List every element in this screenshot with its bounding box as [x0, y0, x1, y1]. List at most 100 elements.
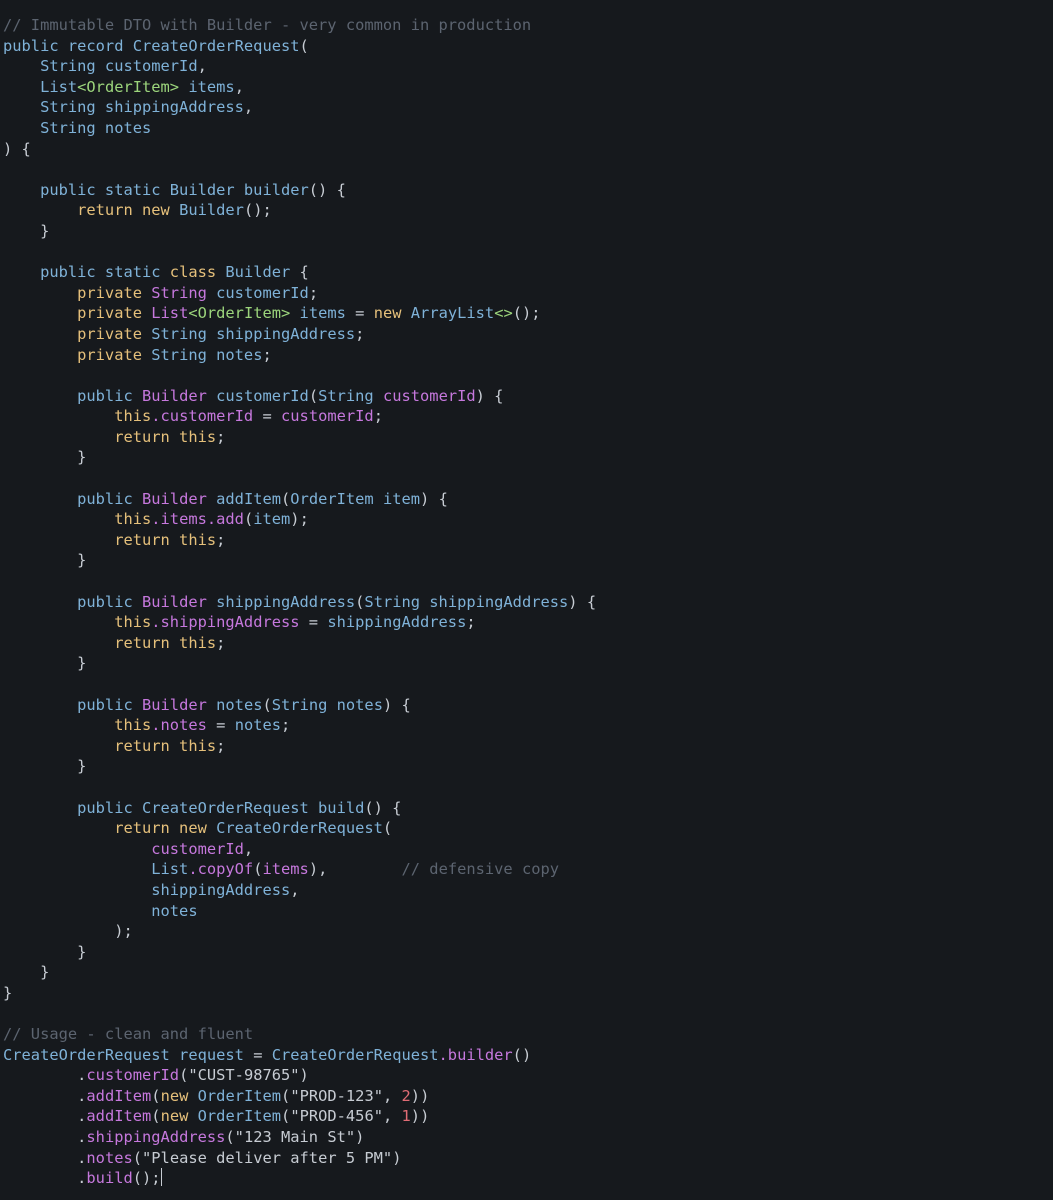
code-token-punctuation: ( [308, 386, 319, 405]
code-token-punctuation: )) [410, 1107, 430, 1126]
code-line[interactable]: public Builder shippingAddress(String sh… [3, 592, 596, 613]
code-token-keyword: String notes [142, 345, 263, 364]
code-token-punctuation: () { [364, 798, 402, 817]
code-line[interactable] [3, 365, 596, 386]
code-line[interactable] [3, 1004, 596, 1025]
code-line[interactable]: return this; [3, 736, 596, 757]
code-line[interactable]: .addItem(new OrderItem("PROD-123", 2)) [3, 1086, 596, 1107]
code-line[interactable]: private String notes; [3, 345, 596, 366]
code-token-punctuation: . [3, 1066, 87, 1085]
code-line[interactable]: private String customerId; [3, 283, 596, 304]
code-line[interactable]: shippingAddress, [3, 880, 596, 901]
code-line[interactable]: } [3, 983, 596, 1004]
code-line[interactable]: private List<OrderItem> items = new Arra… [3, 303, 596, 324]
code-token-keyword-accent: new [373, 304, 402, 323]
code-token-punctuation: , [197, 57, 207, 76]
code-line[interactable]: notes [3, 901, 596, 922]
code-token-keyword-accent: return new [3, 819, 207, 838]
code-token-punctuation: . [3, 1107, 87, 1126]
code-token-punctuation: . [3, 1169, 87, 1188]
code-token-member: customerId [86, 1066, 180, 1085]
code-line[interactable] [3, 777, 596, 798]
code-editor[interactable]: // Immutable DTO with Builder - very com… [0, 0, 1053, 1200]
code-token-class-name: List [142, 304, 189, 323]
code-line[interactable]: return new CreateOrderRequest( [3, 818, 596, 839]
code-line[interactable]: CreateOrderRequest request = CreateOrder… [3, 1045, 596, 1066]
code-token-keyword: public CreateOrderRequest build [3, 798, 365, 817]
code-token-punctuation: } [3, 654, 87, 673]
code-line[interactable]: public CreateOrderRequest build() { [3, 798, 596, 819]
code-token-keyword: OrderItem [188, 1107, 282, 1126]
code-token-keyword-accent: private [3, 345, 142, 364]
code-token-punctuation: ) { [382, 695, 411, 714]
code-line[interactable]: } [3, 221, 596, 242]
code-token-keyword: OrderItem item [290, 489, 421, 508]
code-line[interactable]: public record CreateOrderRequest( [3, 36, 596, 57]
code-token-keyword: shippingAddress [3, 880, 291, 899]
code-line[interactable]: public Builder customerId(String custome… [3, 386, 596, 407]
code-token-keyword: notes [3, 901, 198, 920]
code-token-punctuation: (); [243, 201, 272, 220]
code-line[interactable] [3, 468, 596, 489]
code-token-keyword: List [3, 77, 78, 96]
code-line[interactable]: } [3, 942, 596, 963]
code-area[interactable]: // Immutable DTO with Builder - very com… [3, 15, 596, 1189]
code-line[interactable]: public static Builder builder() { [3, 180, 596, 201]
code-line[interactable]: List<OrderItem> items, [3, 77, 596, 98]
code-line[interactable]: .shippingAddress("123 Main St") [3, 1127, 596, 1148]
code-token-punctuation: = [243, 1045, 272, 1064]
code-token-punctuation: ), [308, 860, 328, 879]
code-line[interactable]: // Immutable DTO with Builder - very com… [3, 15, 596, 36]
code-line[interactable]: ) { [3, 139, 596, 160]
code-line[interactable]: } [3, 653, 596, 674]
code-line[interactable]: .customerId("CUST-98765") [3, 1065, 596, 1086]
code-line[interactable]: public Builder addItem(OrderItem item) { [3, 489, 596, 510]
code-token-class-name: Builder [132, 592, 207, 611]
code-token-keyword: String [318, 386, 374, 405]
code-line[interactable] [3, 242, 596, 263]
code-line[interactable]: this.shippingAddress = shippingAddress; [3, 612, 596, 633]
code-line[interactable]: this.items.add(item); [3, 509, 596, 530]
code-token-keyword-accent: private [3, 283, 142, 302]
code-line[interactable]: String shippingAddress, [3, 97, 596, 118]
code-line[interactable]: } [3, 756, 596, 777]
code-token-punctuation: = [345, 304, 374, 323]
code-line[interactable]: .addItem(new OrderItem("PROD-456", 1)) [3, 1106, 596, 1127]
code-line[interactable]: // Usage - clean and fluent [3, 1024, 596, 1045]
code-line[interactable]: List.copyOf(items), // defensive copy [3, 859, 596, 880]
code-line[interactable]: customerId, [3, 839, 596, 860]
code-line[interactable]: ); [3, 921, 596, 942]
code-line[interactable]: private String shippingAddress; [3, 324, 596, 345]
code-token-comment: // defensive copy [327, 860, 560, 879]
code-token-keyword: public [3, 695, 133, 714]
code-token-member: shippingAddress [86, 1128, 226, 1147]
code-line[interactable]: } [3, 962, 596, 983]
code-line[interactable]: } [3, 550, 596, 571]
code-line[interactable] [3, 159, 596, 180]
code-token-keyword-accent: this [3, 716, 152, 735]
code-line[interactable]: this.customerId = customerId; [3, 406, 596, 427]
code-line[interactable]: String notes [3, 118, 596, 139]
code-line[interactable] [3, 571, 596, 592]
code-line[interactable]: return this; [3, 530, 596, 551]
code-line[interactable]: return this; [3, 633, 596, 654]
code-line[interactable]: .build(); [3, 1168, 596, 1189]
code-token-keyword: String shippingAddress [3, 98, 244, 117]
code-token-keyword: items [179, 77, 235, 96]
code-line[interactable] [3, 674, 596, 695]
code-line[interactable]: this.notes = notes; [3, 715, 596, 736]
code-line[interactable]: } [3, 447, 596, 468]
code-token-punctuation: } [3, 983, 13, 1002]
code-line[interactable]: public Builder notes(String notes) { [3, 695, 596, 716]
code-token-punctuation: ) { [420, 489, 448, 508]
code-line[interactable]: .notes("Please deliver after 5 PM") [3, 1148, 596, 1169]
code-token-comment: // Immutable DTO with Builder - very com… [3, 16, 532, 34]
code-line[interactable]: return new Builder(); [3, 200, 596, 221]
code-token-number: 1 [401, 1107, 411, 1126]
code-token-keyword-accent: return new [3, 201, 170, 220]
code-line[interactable]: String customerId, [3, 56, 596, 77]
code-line[interactable]: public static class Builder { [3, 262, 596, 283]
code-token-punctuation: () { [308, 180, 346, 199]
code-token-punctuation: } [3, 757, 87, 776]
code-line[interactable]: return this; [3, 427, 596, 448]
